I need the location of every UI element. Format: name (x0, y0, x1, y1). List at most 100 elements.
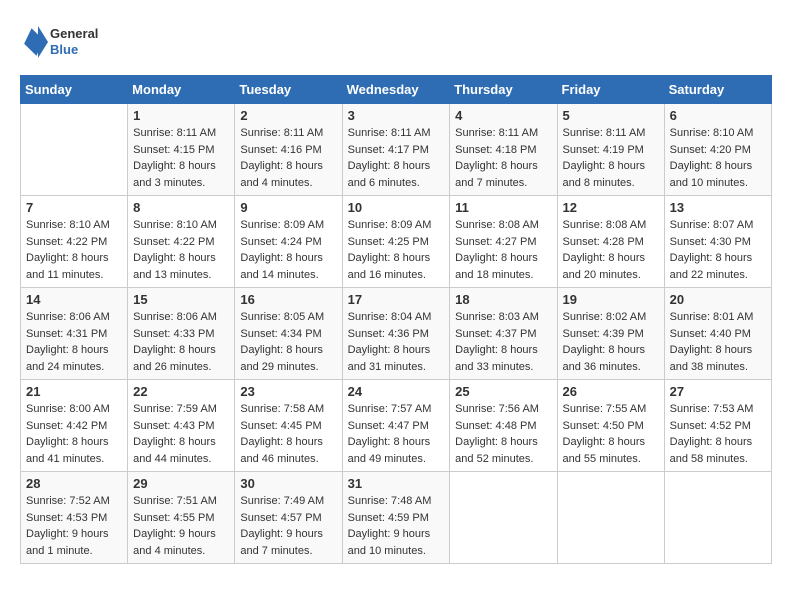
day-info-line: Sunrise: 8:11 AM (133, 127, 216, 139)
day-info-line: Sunset: 4:20 PM (670, 144, 751, 156)
calendar-cell: 17 Sunrise: 8:04 AMSunset: 4:36 PMDayligh… (342, 288, 450, 380)
day-info-line: and 11 minutes. (26, 269, 103, 281)
day-info-line: Sunrise: 8:04 AM (348, 311, 432, 323)
day-header-monday: Monday (128, 76, 235, 104)
day-number: 27 (670, 384, 766, 399)
day-info-line: Daylight: 8 hours (348, 160, 431, 172)
day-info-line: Sunset: 4:17 PM (348, 144, 429, 156)
day-number: 18 (455, 292, 551, 307)
day-number: 21 (26, 384, 122, 399)
day-info-line: and 22 minutes. (670, 269, 748, 281)
day-info-line: Sunset: 4:39 PM (563, 328, 644, 340)
calendar-cell: 26Sunrise: 7:55 AMSunset: 4:50 PMDayligh… (557, 380, 664, 472)
day-number: 30 (240, 476, 336, 491)
day-info-line: Sunset: 4:57 PM (240, 512, 321, 524)
day-info-line: and 4 minutes. (133, 545, 205, 557)
day-info-line: Sunrise: 7:51 AM (133, 495, 217, 507)
day-info-line: Sunrise: 8:10 AM (26, 219, 110, 231)
day-info-line: Daylight: 8 hours (670, 252, 753, 264)
calendar-cell: 20 Sunrise: 8:01 AMSunset: 4:40 PMDayligh… (664, 288, 771, 380)
calendar-week-row: 21 Sunrise: 8:00 AMSunset: 4:42 PMDayligh… (21, 380, 772, 472)
day-info-line: and 52 minutes. (455, 453, 533, 465)
day-info-line: Daylight: 8 hours (455, 436, 538, 448)
day-info-line: Sunset: 4:15 PM (133, 144, 214, 156)
calendar-cell: 14Sunrise: 8:06 AMSunset: 4:31 PMDayligh… (21, 288, 128, 380)
day-info-line: and 3 minutes. (133, 177, 205, 189)
calendar-cell (21, 104, 128, 196)
day-info-line: Sunset: 4:33 PM (133, 328, 214, 340)
day-sun-info: Sunrise: 8:04 AMSunset: 4:36 PMDaylight:… (348, 309, 445, 375)
day-info-line: Sunset: 4:19 PM (563, 144, 644, 156)
calendar-week-row: 1Sunrise: 8:11 AMSunset: 4:15 PMDaylight… (21, 104, 772, 196)
day-sun-info: Sunrise: 8:01 AMSunset: 4:40 PMDaylight:… (670, 309, 766, 375)
day-sun-info: Sunrise: 8:10 AMSunset: 4:22 PMDaylight:… (133, 217, 229, 283)
calendar-cell: 1Sunrise: 8:11 AMSunset: 4:15 PMDaylight… (128, 104, 235, 196)
day-sun-info: Sunrise: 8:07 AMSunset: 4:30 PMDaylight:… (670, 217, 766, 283)
day-info-line: Sunset: 4:45 PM (240, 420, 321, 432)
day-sun-info: Sunrise: 8:08 AMSunset: 4:28 PMDaylight:… (563, 217, 659, 283)
day-sun-info: Sunrise: 7:57 AMSunset: 4:47 PMDaylight:… (348, 401, 445, 467)
calendar-cell: 23Sunrise: 7:58 AMSunset: 4:45 PMDayligh… (235, 380, 342, 472)
day-sun-info: Sunrise: 7:52 AMSunset: 4:53 PMDaylight:… (26, 493, 122, 559)
day-info-line: Sunrise: 7:55 AM (563, 403, 647, 415)
day-number: 11 (455, 200, 551, 215)
day-number: 20 (670, 292, 766, 307)
day-info-line: Daylight: 8 hours (133, 252, 216, 264)
day-info-line: and 33 minutes. (455, 361, 533, 373)
day-sun-info: Sunrise: 8:00 AMSunset: 4:42 PMDaylight:… (26, 401, 122, 467)
day-info-line: Daylight: 8 hours (670, 436, 753, 448)
day-info-line: and 26 minutes. (133, 361, 211, 373)
day-sun-info: Sunrise: 8:11 AMSunset: 4:19 PMDaylight:… (563, 125, 659, 191)
day-info-line: and 7 minutes. (240, 545, 312, 557)
day-info-line: Daylight: 8 hours (455, 252, 538, 264)
day-sun-info: Sunrise: 8:03 AMSunset: 4:37 PMDaylight:… (455, 309, 551, 375)
calendar-cell: 25Sunrise: 7:56 AMSunset: 4:48 PMDayligh… (450, 380, 557, 472)
day-number: 17 (348, 292, 445, 307)
day-info-line: Daylight: 8 hours (348, 344, 431, 356)
day-info-line: Sunrise: 8:09 AM (240, 219, 324, 231)
day-info-line: and 38 minutes. (670, 361, 748, 373)
day-info-line: Daylight: 8 hours (240, 436, 323, 448)
svg-text:General: General (50, 26, 98, 41)
day-info-line: Daylight: 9 hours (133, 528, 216, 540)
day-info-line: Sunset: 4:53 PM (26, 512, 107, 524)
day-sun-info: Sunrise: 8:11 AMSunset: 4:16 PMDaylight:… (240, 125, 336, 191)
calendar-cell: 6Sunrise: 8:10 AMSunset: 4:20 PMDaylight… (664, 104, 771, 196)
day-info-line: Sunset: 4:43 PM (133, 420, 214, 432)
day-sun-info: Sunrise: 8:10 AMSunset: 4:20 PMDaylight:… (670, 125, 766, 191)
calendar-cell: 15Sunrise: 8:06 AMSunset: 4:33 PMDayligh… (128, 288, 235, 380)
day-number: 25 (455, 384, 551, 399)
calendar-cell: 13Sunrise: 8:07 AMSunset: 4:30 PMDayligh… (664, 196, 771, 288)
day-info-line: Daylight: 8 hours (133, 344, 216, 356)
day-sun-info: Sunrise: 7:51 AMSunset: 4:55 PMDaylight:… (133, 493, 229, 559)
day-sun-info: Sunrise: 8:09 AMSunset: 4:24 PMDaylight:… (240, 217, 336, 283)
day-sun-info: Sunrise: 7:59 AMSunset: 4:43 PMDaylight:… (133, 401, 229, 467)
day-info-line: Sunrise: 8:11 AM (348, 127, 431, 139)
day-info-line: Daylight: 9 hours (348, 528, 431, 540)
day-info-line: and 58 minutes. (670, 453, 748, 465)
day-sun-info: Sunrise: 8:02 AMSunset: 4:39 PMDaylight:… (563, 309, 659, 375)
day-info-line: Sunset: 4:22 PM (26, 236, 107, 248)
logo: General Blue (20, 20, 110, 65)
day-sun-info: Sunrise: 8:11 AM Sunset: 4:17 PM Daylight:… (348, 125, 445, 191)
day-info-line: Sunset: 4:18 PM (455, 144, 536, 156)
day-info-line: and 14 minutes. (240, 269, 318, 281)
day-info-line: Daylight: 8 hours (563, 160, 646, 172)
day-number: 26 (563, 384, 659, 399)
day-sun-info: Sunrise: 7:58 AM Sunset: 4:45 PM Daylight:… (240, 401, 336, 467)
day-info-line: Sunrise: 7:53 AM (670, 403, 754, 415)
day-number: 5 (563, 108, 659, 123)
day-info-line: and 41 minutes. (26, 453, 104, 465)
calendar-cell (557, 472, 664, 564)
day-info-line: Sunrise: 7:58 AM (240, 403, 324, 415)
day-info-line: Sunrise: 8:09 AM (348, 219, 432, 231)
day-info-line: Sunrise: 8:00 AM (26, 403, 110, 415)
day-number: 10 (348, 200, 445, 215)
day-number: 2 (240, 108, 336, 123)
day-sun-info: Sunrise: 7:49 AMSunset: 4:57 PMDaylight:… (240, 493, 336, 559)
day-number: 24 (348, 384, 445, 399)
day-info-line: Sunset: 4:52 PM (670, 420, 751, 432)
day-info-line: Daylight: 8 hours (133, 160, 216, 172)
day-info-line: Sunrise: 8:10 AM (133, 219, 217, 231)
day-info-line: Sunrise: 8:01 AM (670, 311, 754, 323)
